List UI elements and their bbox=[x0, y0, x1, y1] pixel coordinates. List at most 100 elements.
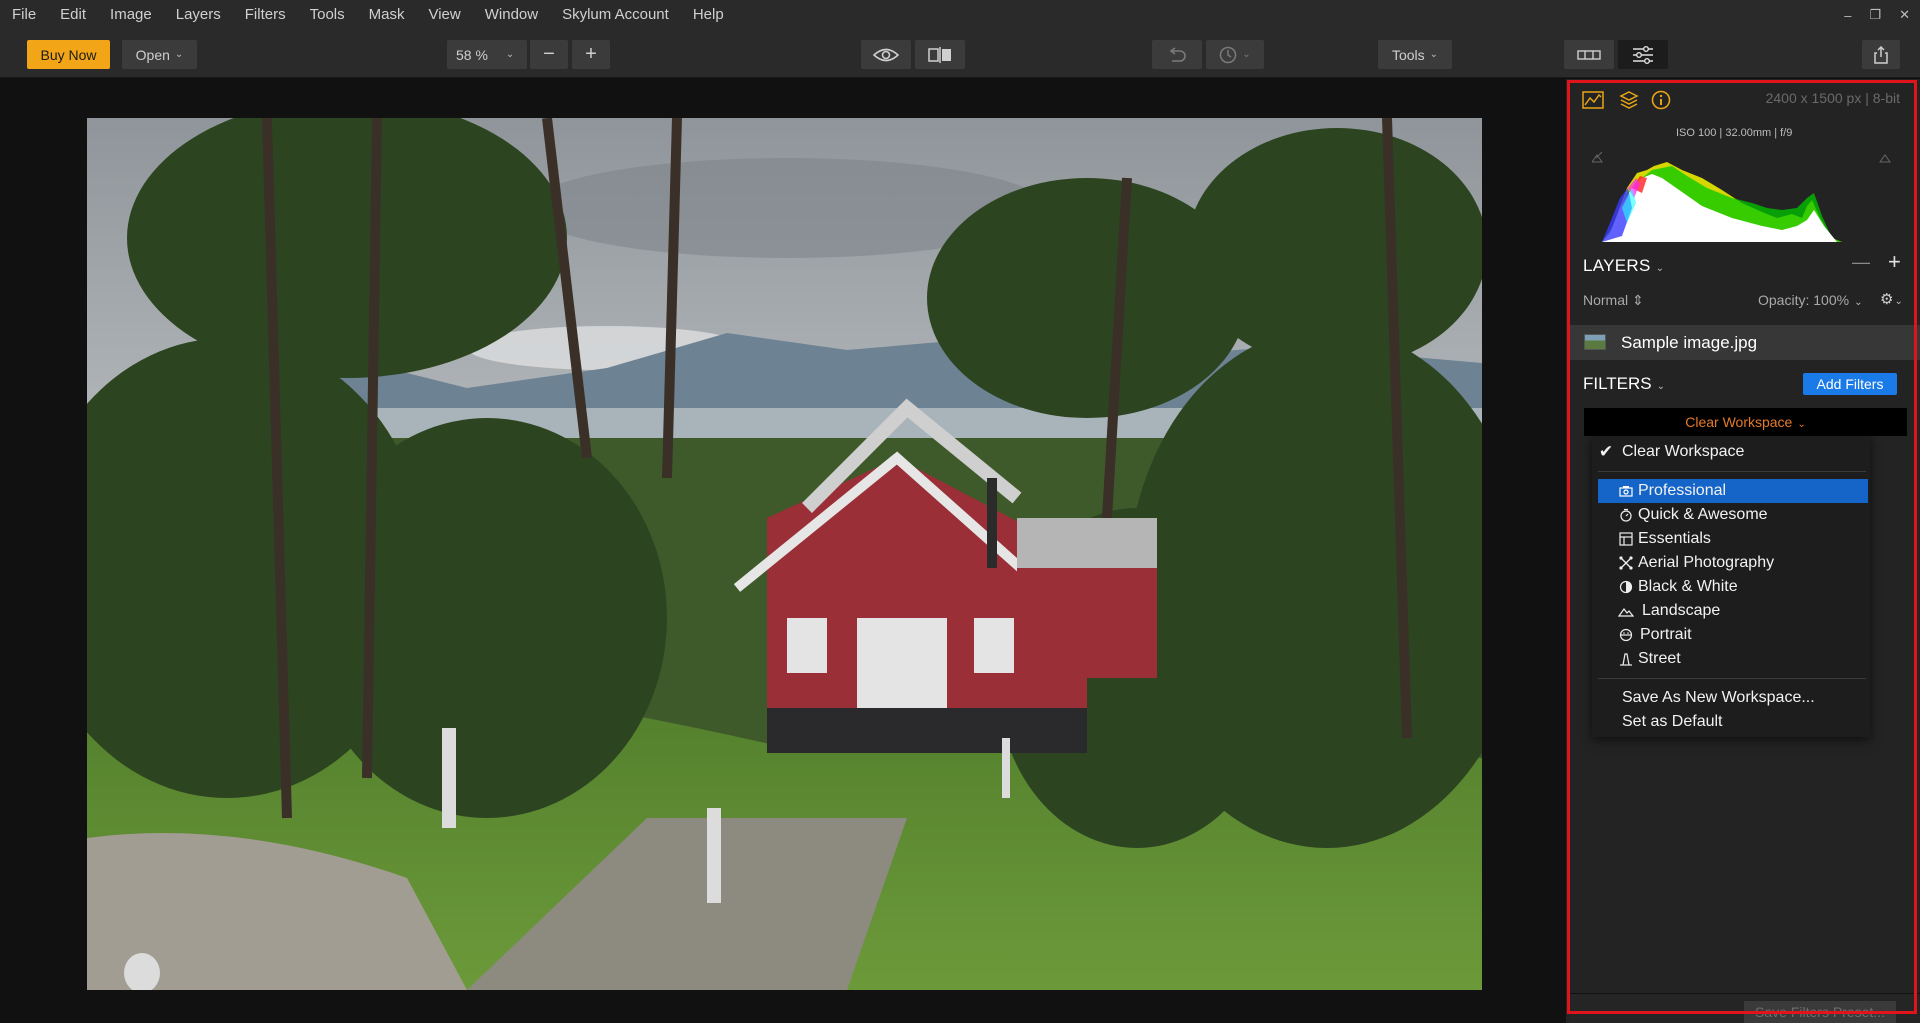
zoom-value: 58 % bbox=[456, 46, 488, 63]
portrait-icon bbox=[1618, 623, 1634, 647]
restore-button[interactable]: ❐ bbox=[1869, 7, 1881, 23]
filters-title: FILTERS bbox=[1583, 374, 1652, 393]
menu-filters[interactable]: Filters bbox=[233, 0, 298, 30]
menu-item-label: Black & White bbox=[1638, 578, 1738, 595]
menu-window[interactable]: Window bbox=[473, 0, 550, 30]
zoom-in-label: + bbox=[585, 43, 597, 65]
menu-item-label: Street bbox=[1638, 650, 1681, 667]
half-circle-icon bbox=[1618, 575, 1634, 599]
undo-button[interactable] bbox=[1152, 40, 1202, 69]
menu-item-label: Landscape bbox=[1642, 602, 1721, 619]
menu-item-label: Set as Default bbox=[1622, 713, 1723, 730]
buy-now-label: Buy Now bbox=[40, 46, 97, 63]
menu-item-landscape[interactable]: Landscape bbox=[1592, 599, 1870, 623]
add-filters-button[interactable]: Add Filters bbox=[1803, 373, 1897, 395]
histogram-icon bbox=[1582, 91, 1604, 109]
histogram-tab[interactable] bbox=[1581, 88, 1605, 112]
photo-image bbox=[87, 118, 1482, 990]
tools-button[interactable]: Tools ⌄ bbox=[1378, 40, 1452, 69]
layers-tab[interactable] bbox=[1617, 88, 1641, 112]
menu-item-black-white[interactable]: Black & White bbox=[1592, 575, 1870, 599]
compare-icon bbox=[928, 46, 951, 63]
menu-item-label: Professional bbox=[1638, 482, 1727, 499]
drone-icon bbox=[1618, 551, 1634, 575]
info-tab[interactable] bbox=[1649, 88, 1673, 112]
layer-name: Sample image.jpg bbox=[1621, 333, 1758, 352]
menu-help[interactable]: Help bbox=[681, 0, 736, 30]
layer-settings-button[interactable]: ⚙⌄ bbox=[1880, 290, 1903, 308]
tools-label: Tools bbox=[1391, 46, 1425, 63]
blend-mode-select[interactable]: Normal ⇕ bbox=[1583, 292, 1644, 309]
menu-item-street[interactable]: Street bbox=[1592, 647, 1870, 671]
zoom-in-button[interactable]: + bbox=[572, 40, 610, 69]
menu-image[interactable]: Image bbox=[98, 0, 164, 30]
menu-item-save-as-new-workspace[interactable]: Save As New Workspace... bbox=[1592, 686, 1870, 710]
menu-tools[interactable]: Tools bbox=[298, 0, 357, 30]
filmstrip-button[interactable] bbox=[1564, 40, 1614, 69]
adjust-panel-button[interactable] bbox=[1618, 40, 1668, 69]
undo-icon bbox=[1169, 46, 1186, 62]
mountain-icon bbox=[1618, 599, 1634, 623]
window-controls: – ❐ ✕ bbox=[1844, 0, 1910, 30]
chevron-down-icon: ⌄ bbox=[1854, 297, 1863, 308]
filmstrip-icon bbox=[1577, 49, 1601, 60]
sliders-icon bbox=[1633, 45, 1653, 64]
menu-skylum-account[interactable]: Skylum Account bbox=[550, 0, 681, 30]
zoom-select[interactable]: 58 % ⌄ bbox=[447, 40, 527, 69]
menu-item-professional[interactable]: Professional bbox=[1598, 479, 1868, 503]
camera-icon bbox=[1618, 479, 1634, 503]
filters-header[interactable]: FILTERS ⌄ bbox=[1583, 374, 1665, 394]
menu-item-label: Portrait bbox=[1640, 626, 1692, 643]
blend-mode-value: Normal bbox=[1583, 292, 1629, 308]
updown-icon: ⇕ bbox=[1632, 292, 1644, 308]
layers-title: LAYERS bbox=[1583, 256, 1651, 275]
chevron-down-icon: ⌄ bbox=[1797, 419, 1806, 430]
close-button[interactable]: ✕ bbox=[1899, 7, 1910, 23]
compare-button[interactable] bbox=[915, 40, 965, 69]
zoom-out-button[interactable]: − bbox=[530, 40, 568, 69]
clock-icon bbox=[1220, 46, 1237, 63]
menu-item-portrait[interactable]: Portrait bbox=[1592, 623, 1870, 647]
exif-info: ISO 100 | 32.00mm | f/9 bbox=[1676, 127, 1793, 139]
layer-item[interactable]: Sample image.jpg bbox=[1570, 325, 1920, 360]
buy-now-button[interactable]: Buy Now bbox=[27, 40, 110, 69]
menu-item-label: Quick & Awesome bbox=[1638, 506, 1768, 523]
workspace-selected: Clear Workspace bbox=[1685, 414, 1793, 430]
menu-edit[interactable]: Edit bbox=[48, 0, 98, 30]
remove-layer-button[interactable]: — bbox=[1852, 252, 1870, 273]
preview-button[interactable] bbox=[861, 40, 911, 69]
open-label: Open bbox=[135, 46, 170, 63]
minimize-button[interactable]: – bbox=[1844, 8, 1851, 23]
histogram-graph bbox=[1591, 151, 1891, 242]
share-button[interactable] bbox=[1862, 40, 1900, 69]
save-filters-preset-button[interactable]: Save Filters Preset... bbox=[1744, 1001, 1896, 1023]
gear-icon: ⚙ bbox=[1880, 291, 1894, 308]
open-button[interactable]: Open ⌄ bbox=[122, 40, 197, 69]
opacity-control[interactable]: Opacity: 100% ⌄ bbox=[1758, 292, 1862, 308]
chevron-down-icon: ⌄ bbox=[174, 49, 184, 60]
history-button[interactable]: ⌄ bbox=[1206, 40, 1264, 69]
menu-item-set-as-default[interactable]: Set as Default bbox=[1592, 710, 1870, 734]
opacity-value: Opacity: 100% bbox=[1758, 292, 1850, 308]
stopwatch-icon bbox=[1618, 503, 1634, 527]
chevron-down-icon: ⌄ bbox=[1656, 381, 1666, 392]
photo-canvas[interactable] bbox=[87, 118, 1482, 990]
menu-mask[interactable]: Mask bbox=[357, 0, 417, 30]
menu-item-quick-awesome[interactable]: Quick & Awesome bbox=[1592, 503, 1870, 527]
add-layer-button[interactable]: + bbox=[1888, 249, 1901, 275]
menu-item-clear-workspace[interactable]: ✔ Clear Workspace bbox=[1592, 440, 1870, 464]
menu-layers[interactable]: Layers bbox=[164, 0, 233, 30]
menu-item-essentials[interactable]: Essentials bbox=[1592, 527, 1870, 551]
toolbar: Buy Now Open ⌄ 58 % ⌄ − + ⌄ Tools ⌄ bbox=[0, 30, 1920, 78]
menu-file[interactable]: File bbox=[0, 0, 48, 30]
menu-item-aerial-photography[interactable]: Aerial Photography bbox=[1592, 551, 1870, 575]
histogram bbox=[1591, 148, 1892, 244]
street-icon bbox=[1618, 647, 1634, 671]
workspace-select[interactable]: Clear Workspace ⌄ bbox=[1584, 408, 1907, 436]
layers-header[interactable]: LAYERS ⌄ bbox=[1583, 256, 1664, 276]
menu-bar: File Edit Image Layers Filters Tools Mas… bbox=[0, 0, 1920, 30]
info-icon bbox=[1651, 90, 1671, 110]
chevron-down-icon: ⌄ bbox=[1655, 263, 1665, 274]
chevron-down-icon: ⌄ bbox=[505, 49, 515, 60]
menu-view[interactable]: View bbox=[416, 0, 472, 30]
